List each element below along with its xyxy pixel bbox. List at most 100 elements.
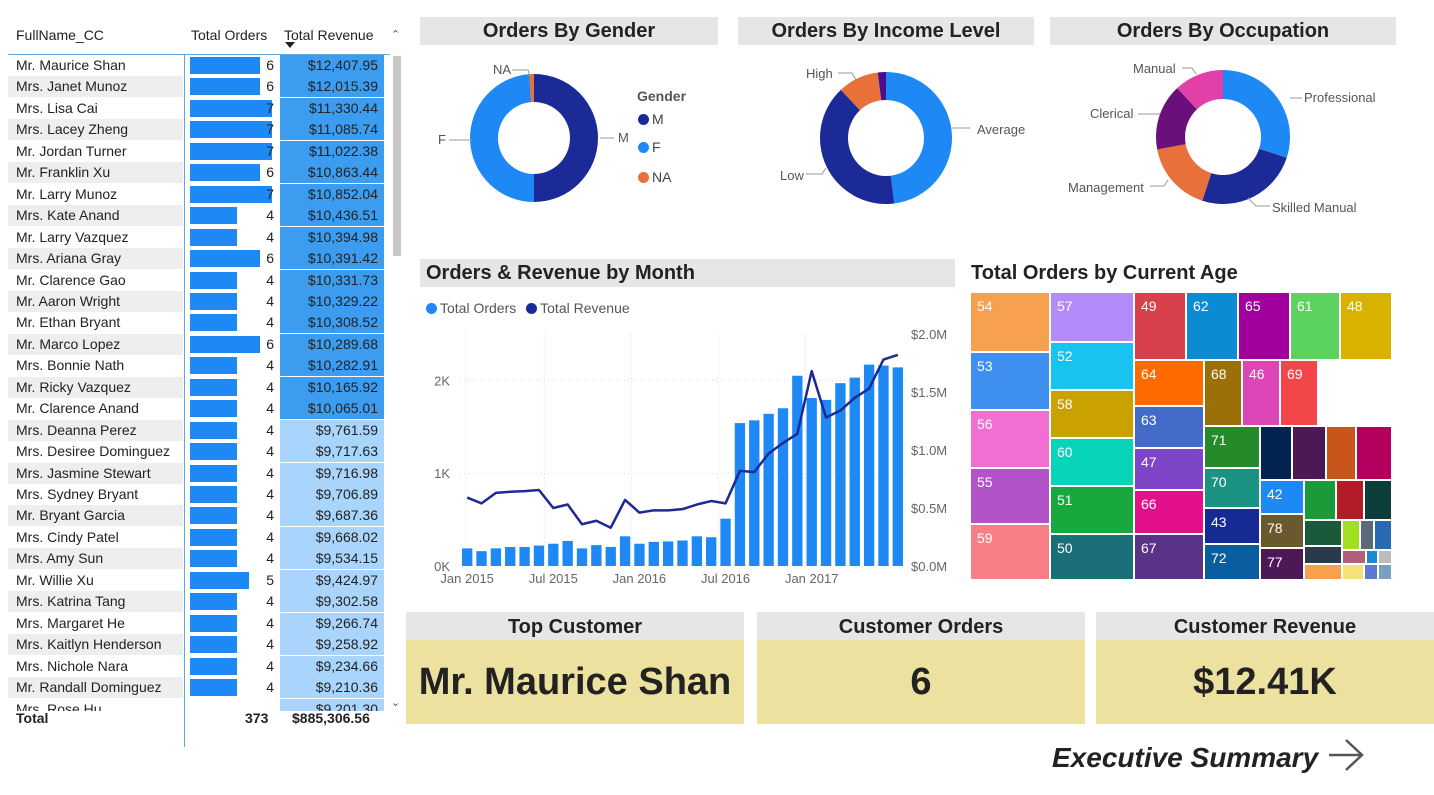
treemap-tile[interactable] <box>1374 520 1392 550</box>
treemap-tile[interactable]: 70 <box>1204 468 1260 508</box>
orders-databar <box>190 357 237 375</box>
treemap-tile[interactable]: 62 <box>1186 292 1238 360</box>
table-row[interactable]: Mrs. Ariana Gray 6 $10,391.42 <box>8 248 388 270</box>
orders-bar <box>792 375 803 566</box>
treemap-tile[interactable]: 61 <box>1290 292 1340 360</box>
executive-summary-link[interactable]: Executive Summary <box>1052 742 1318 774</box>
table-row[interactable]: Mrs. Sydney Bryant 4 $9,706.89 <box>8 484 388 505</box>
col-header-orders[interactable]: Total Orders <box>191 27 267 43</box>
treemap-tile[interactable]: 71 <box>1204 426 1260 468</box>
table-row[interactable]: Mr. Larry Munoz 7 $10,852.04 <box>8 183 388 205</box>
table-row[interactable]: Mrs. Amy Sun 4 $9,534.15 <box>8 548 388 570</box>
table-row[interactable]: Mr. Bryant Garcia 4 $9,687.36 <box>8 505 388 527</box>
treemap-tile[interactable]: 42 <box>1260 480 1304 514</box>
treemap-tile[interactable]: 58 <box>1050 390 1134 438</box>
treemap-tile[interactable]: 53 <box>970 352 1050 410</box>
treemap-tile[interactable]: 52 <box>1050 342 1134 390</box>
orders-revenue-chart[interactable]: Total Orders Total Revenue 0K 1K 2K $0.0M $0… <box>420 296 960 590</box>
treemap-tile[interactable] <box>1366 550 1378 564</box>
table-row[interactable]: Mr. Ricky Vazquez 4 $10,165.92 <box>8 376 388 398</box>
gender-legend-na[interactable]: NA <box>638 169 671 185</box>
treemap-tile[interactable] <box>1342 564 1364 580</box>
treemap-tile[interactable] <box>1378 564 1392 580</box>
treemap-tile[interactable]: 48 <box>1340 292 1392 360</box>
table-row[interactable]: Mrs. Bonnie Nath 4 $10,282.91 <box>8 355 388 377</box>
treemap-tile[interactable] <box>1342 550 1366 564</box>
treemap-tile[interactable] <box>1304 546 1342 564</box>
table-row[interactable]: Mr. Aaron Wright 4 $10,329.22 <box>8 290 388 312</box>
treemap-tile[interactable] <box>1336 480 1364 520</box>
col-header-name[interactable]: FullName_CC <box>16 27 104 43</box>
age-treemap[interactable]: 54 53 56 55 59 57 52 58 60 51 50 49 62 65 61 48 64 68 46 69… <box>970 292 1392 580</box>
orders-cell: 4 <box>190 398 274 419</box>
treemap-tile[interactable]: 65 <box>1238 292 1290 360</box>
table-row[interactable]: Mrs. Janet Munoz 6 $12,015.39 <box>8 76 388 98</box>
table-row[interactable]: Mrs. Deanna Perez 4 $9,761.59 <box>8 419 388 441</box>
table-row[interactable]: Mrs. Lacey Zheng 7 $11,085.74 <box>8 119 388 141</box>
treemap-tile[interactable]: 43 <box>1204 508 1260 544</box>
treemap-tile[interactable]: 57 <box>1050 292 1134 342</box>
treemap-tile[interactable]: 77 <box>1260 548 1304 580</box>
table-row[interactable]: Mr. Larry Vazquez 4 $10,394.98 <box>8 226 388 248</box>
treemap-tile[interactable]: 67 <box>1134 534 1204 580</box>
scroll-down-icon[interactable]: ⌄ <box>391 696 400 709</box>
table-row[interactable]: Mrs. Cindy Patel 4 $9,668.02 <box>8 526 388 548</box>
col-header-revenue[interactable]: Total Revenue <box>284 27 374 43</box>
treemap-tile[interactable]: 50 <box>1050 534 1134 580</box>
table-row[interactable]: Mrs. Kaitlyn Henderson 4 $9,258.92 <box>8 634 388 656</box>
treemap-tile[interactable]: 66 <box>1134 490 1204 534</box>
treemap-tile[interactable]: 69 <box>1280 360 1318 426</box>
treemap-tile[interactable] <box>1356 426 1392 480</box>
table-row[interactable]: Mr. Clarence Anand 4 $10,065.01 <box>8 398 388 420</box>
table-row[interactable]: Mrs. Jasmine Stewart 4 $9,716.98 <box>8 462 388 484</box>
table-row[interactable]: Mrs. Desiree Dominguez 4 $9,717.63 <box>8 441 388 463</box>
table-row[interactable]: Mrs. Nichole Nara 4 $9,234.66 <box>8 655 388 677</box>
treemap-tile[interactable]: 78 <box>1260 514 1304 548</box>
treemap-tile[interactable]: 47 <box>1134 448 1204 490</box>
treemap-tile[interactable]: 72 <box>1204 544 1260 580</box>
scroll-up-icon[interactable]: ⌃ <box>391 28 400 41</box>
treemap-tile[interactable]: 68 <box>1204 360 1242 426</box>
orders-cell: 4 <box>190 527 274 548</box>
table-row[interactable]: Mr. Franklin Xu 6 $10,863.44 <box>8 162 388 184</box>
treemap-tile[interactable] <box>1304 480 1336 520</box>
table-row[interactable]: Mrs. Katrina Tang 4 $9,302.58 <box>8 591 388 613</box>
treemap-tile[interactable] <box>1304 564 1342 580</box>
table-row[interactable]: Mr. Ethan Bryant 4 $10,308.52 <box>8 312 388 334</box>
scroll-thumb[interactable] <box>393 56 401 256</box>
arrow-right-icon[interactable] <box>1326 737 1366 773</box>
table-row[interactable]: Mr. Jordan Turner 7 $11,022.38 <box>8 140 388 162</box>
gender-legend-f[interactable]: F <box>638 139 661 155</box>
gender-legend-m[interactable]: M <box>638 111 664 127</box>
treemap-tile[interactable]: 51 <box>1050 486 1134 534</box>
treemap-tile[interactable] <box>1364 564 1378 580</box>
treemap-tile[interactable]: 54 <box>970 292 1050 352</box>
treemap-tile[interactable] <box>1378 550 1392 564</box>
revenue-value: $9,687.36 <box>280 505 384 527</box>
treemap-tile[interactable] <box>1360 520 1374 550</box>
table-row[interactable]: Mr. Clarence Gao 4 $10,331.73 <box>8 269 388 291</box>
treemap-tile[interactable]: 59 <box>970 524 1050 580</box>
treemap-tile[interactable] <box>1326 426 1356 480</box>
table-row[interactable]: Mr. Willie Xu 5 $9,424.97 <box>8 569 388 591</box>
treemap-tile[interactable]: 60 <box>1050 438 1134 486</box>
treemap-tile[interactable] <box>1342 520 1360 550</box>
treemap-tile[interactable]: 49 <box>1134 292 1186 360</box>
table-row[interactable]: Mr. Maurice Shan 6 $12,407.95 <box>8 55 388 76</box>
treemap-tile[interactable]: 46 <box>1242 360 1280 426</box>
table-row[interactable]: Mr. Randall Dominguez 4 $9,210.36 <box>8 677 388 699</box>
table-scrollbar[interactable]: ⌃ ⌄ <box>391 28 401 712</box>
table-row[interactable]: Mrs. Kate Anand 4 $10,436.51 <box>8 205 388 227</box>
treemap-tile[interactable]: 63 <box>1134 406 1204 448</box>
treemap-tile[interactable]: 56 <box>970 410 1050 468</box>
table-row[interactable]: Mr. Marco Lopez 6 $10,289.68 <box>8 333 388 355</box>
treemap-tile[interactable] <box>1292 426 1326 480</box>
treemap-tile[interactable] <box>1260 426 1292 480</box>
table-row[interactable]: Mrs. Lisa Cai 7 $11,330.44 <box>8 97 388 119</box>
treemap-tile[interactable] <box>1364 480 1392 520</box>
customer-table[interactable]: FullName_CC Total Orders Total Revenue M… <box>8 20 404 747</box>
treemap-tile[interactable] <box>1304 520 1342 546</box>
treemap-tile[interactable]: 64 <box>1134 360 1204 406</box>
treemap-tile[interactable]: 55 <box>970 468 1050 524</box>
table-row[interactable]: Mrs. Margaret He 4 $9,266.74 <box>8 612 388 634</box>
